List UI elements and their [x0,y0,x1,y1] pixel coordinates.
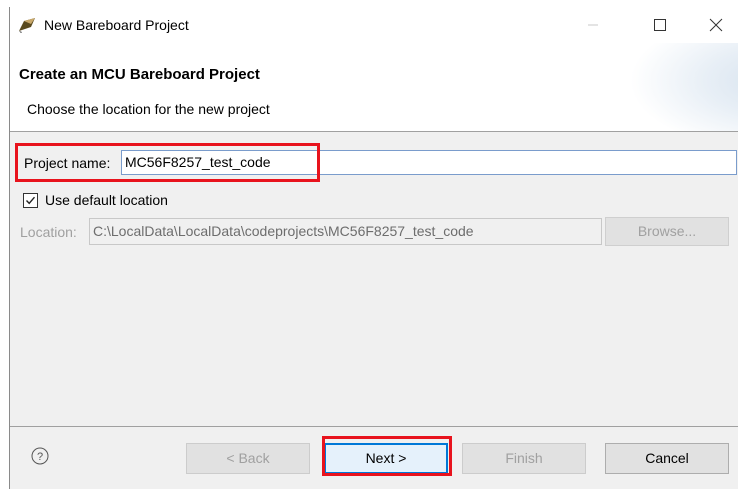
maximize-icon[interactable] [637,7,683,43]
use-default-location-checkbox[interactable] [23,193,38,208]
highlight-box-next [322,436,452,476]
finish-button: Finish [462,443,586,474]
new-bareboard-project-dialog: New Bareboard Project Create an MCU Bare… [9,7,738,489]
help-question-icon[interactable]: ? [31,447,49,465]
highlight-box-project-name [15,143,320,182]
window-title: New Bareboard Project [44,17,189,33]
page-description: Choose the location for the new project [27,101,270,117]
header-decoration [629,43,738,131]
checkmark-icon [25,196,36,205]
svg-text:?: ? [37,451,43,463]
back-button: < Back [186,443,310,474]
wizard-header: Create an MCU Bareboard Project Choose t… [10,43,738,131]
page-title: Create an MCU Bareboard Project [19,66,260,83]
eclipse-pen-icon [18,16,38,34]
title-bar: New Bareboard Project [10,7,738,43]
use-default-location-label[interactable]: Use default location [45,192,168,208]
header-divider [10,131,738,132]
browse-button: Browse... [605,217,729,246]
minimize-icon[interactable] [570,7,616,43]
location-label: Location: [20,224,77,240]
location-input: C:\LocalData\LocalData\codeprojects\MC56… [89,218,602,245]
footer-divider [10,426,738,427]
close-icon[interactable] [693,7,738,43]
cancel-button[interactable]: Cancel [605,443,729,474]
